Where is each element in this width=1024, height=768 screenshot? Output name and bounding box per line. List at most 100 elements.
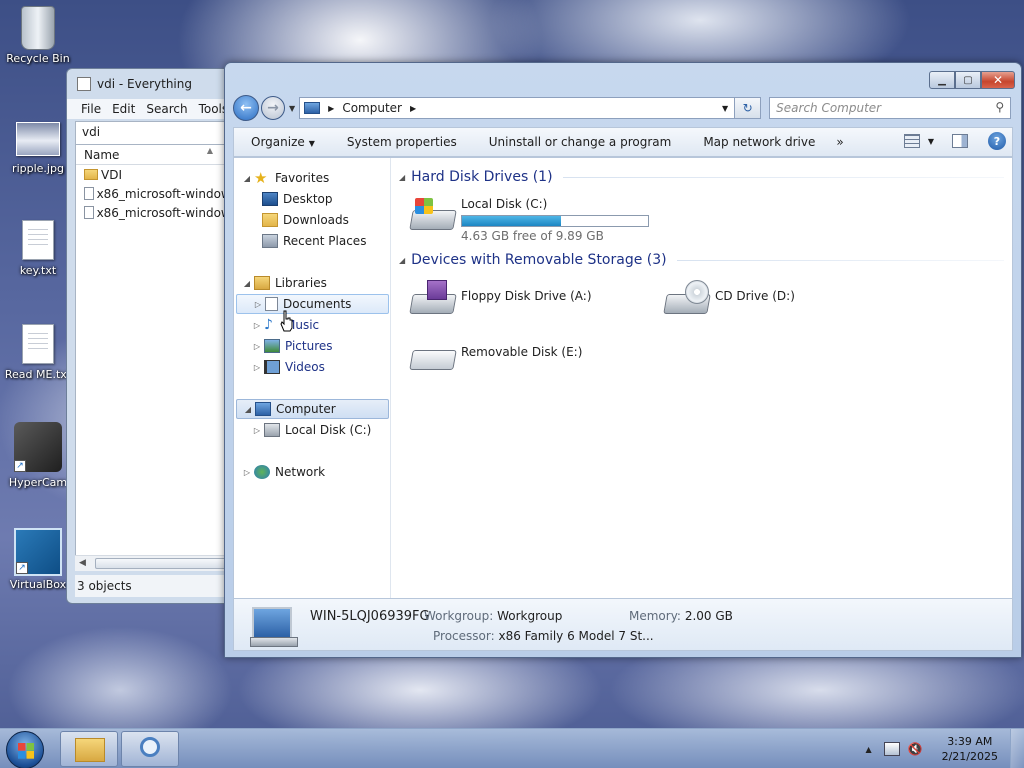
expanded-icon[interactable]: ◢ <box>243 405 253 414</box>
taskbar: ▲ 🔇 3:39 AM 2/21/2025 <box>0 728 1024 768</box>
recycle-bin-icon <box>21 6 55 50</box>
network-tray-icon[interactable] <box>883 742 900 756</box>
disk-usage-bar <box>461 215 649 227</box>
desktop-icon-recycle-bin[interactable]: Recycle Bin <box>4 6 72 65</box>
search-icon: ⚲ <box>995 100 1005 114</box>
taskbar-everything-button[interactable] <box>121 731 179 767</box>
computer-icon <box>255 402 271 416</box>
breadcrumb-separator-icon[interactable]: ▶ <box>410 104 416 113</box>
clock[interactable]: 3:39 AM 2/21/2025 <box>942 734 998 764</box>
view-dropdown-icon[interactable]: ▼ <box>928 137 934 146</box>
desktop-icon-virtualbox[interactable]: ↗ VirtualBox <box>4 528 72 591</box>
list-item[interactable]: VDI <box>76 165 237 184</box>
uninstall-program-button[interactable]: Uninstall or change a program <box>472 135 687 149</box>
preview-pane-icon[interactable] <box>952 134 968 148</box>
nav-desktop[interactable]: Desktop <box>262 189 333 209</box>
address-dropdown-icon[interactable]: ▼ <box>722 104 728 113</box>
recent-pages-dropdown-icon[interactable]: ▼ <box>289 104 295 113</box>
collapsed-icon[interactable]: ▷ <box>252 342 262 351</box>
close-button[interactable]: ✕ <box>981 71 1015 89</box>
processor-label: Processor: <box>433 629 495 643</box>
videos-icon <box>264 360 280 374</box>
maximize-icon: ▢ <box>963 74 973 86</box>
list-item[interactable]: x86_microsoft-windows <box>76 203 237 222</box>
breadcrumb-computer[interactable]: Computer <box>342 101 402 115</box>
nav-network[interactable]: ▷ Network <box>242 462 325 482</box>
scrollbar-thumb[interactable] <box>95 558 237 569</box>
drive-removable-e[interactable]: Removable Disk (E:) <box>409 336 582 376</box>
content-pane[interactable]: ◢ Hard Disk Drives (1) Local Disk (C:) 4… <box>391 158 1012 598</box>
column-header-name[interactable]: Name ▲ <box>76 145 237 165</box>
menu-search[interactable]: Search <box>146 102 187 116</box>
menu-edit[interactable]: Edit <box>112 102 135 116</box>
start-button[interactable] <box>6 731 44 768</box>
everything-window[interactable]: vdi - Everything File Edit Search Tools … <box>66 68 238 604</box>
refresh-button[interactable]: ↻ <box>735 97 762 119</box>
collapsed-icon[interactable]: ▷ <box>252 321 262 330</box>
show-desktop-button[interactable] <box>1010 729 1024 768</box>
nav-recent-places[interactable]: Recent Places <box>262 231 366 251</box>
clock-time: 3:39 AM <box>947 735 993 748</box>
search-input[interactable]: Search Computer ⚲ <box>769 97 1012 119</box>
desktop-icon <box>262 192 278 206</box>
collapsed-icon[interactable]: ▷ <box>252 426 262 435</box>
desktop-icon-hypercam[interactable]: ↗ HyperCam <box>4 422 72 489</box>
maximize-button[interactable]: ▢ <box>955 71 981 89</box>
expanded-icon[interactable]: ◢ <box>242 174 252 183</box>
everything-titlebar[interactable]: vdi - Everything <box>67 69 237 99</box>
list-item-name: VDI <box>101 167 122 182</box>
minimize-button[interactable]: ▁ <box>929 71 955 89</box>
desktop-icon-ripple[interactable]: ripple.jpg <box>4 116 72 175</box>
search-icon <box>140 737 160 757</box>
taskbar-explorer-button[interactable] <box>60 731 118 767</box>
collapsed-icon[interactable]: ▷ <box>252 363 262 372</box>
collapsed-icon[interactable]: ▷ <box>253 300 263 309</box>
nav-favorites[interactable]: ◢ ★ Favorites <box>242 168 329 188</box>
system-properties-button[interactable]: System properties <box>330 135 472 149</box>
nav-downloads[interactable]: Downloads <box>262 210 349 230</box>
desktop-icon-key-txt[interactable]: key.txt <box>4 220 72 277</box>
group-divider <box>676 259 1004 261</box>
more-commands-button[interactable]: » <box>830 135 858 149</box>
nav-local-disk[interactable]: ▷ Local Disk (C:) <box>252 420 371 440</box>
map-network-drive-button[interactable]: Map network drive <box>686 135 830 149</box>
drive-local-disk-c[interactable]: Local Disk (C:) 4.63 GB free of 9.89 GB <box>409 196 649 243</box>
list-item[interactable]: x86_microsoft-windows <box>76 184 237 203</box>
drive-cd-d[interactable]: CD Drive (D:) <box>663 280 795 320</box>
group-header-removable[interactable]: ◢ Devices with Removable Storage (3) <box>399 249 1004 271</box>
organize-label: Organize <box>251 135 305 149</box>
forward-button[interactable]: → <box>261 96 285 120</box>
view-controls: ▼ ? <box>903 132 1006 150</box>
back-button[interactable]: ← <box>233 95 259 121</box>
organize-button[interactable]: Organize ▼ <box>234 135 330 149</box>
nav-documents[interactable]: ▷ Documents <box>236 294 389 314</box>
breadcrumb-separator-icon[interactable]: ▶ <box>328 104 334 113</box>
drive-free-space: 4.63 GB free of 9.89 GB <box>461 229 604 243</box>
explorer-window[interactable]: ▁ ▢ ✕ ← → ▼ ▶ Computer ▶ ▼ ↻ Search Comp… <box>224 62 1022 658</box>
horizontal-scrollbar[interactable]: ◀ <box>75 555 237 571</box>
address-bar[interactable]: ▶ Computer ▶ ▼ <box>299 97 736 119</box>
group-collapse-icon[interactable]: ◢ <box>399 256 405 265</box>
close-icon: ✕ <box>992 73 1004 87</box>
nav-label: Network <box>275 465 326 479</box>
nav-libraries[interactable]: ◢ Libraries <box>242 273 327 293</box>
everything-app-icon <box>77 77 91 91</box>
help-icon[interactable]: ? <box>988 132 1006 150</box>
nav-computer[interactable]: ◢ Computer <box>236 399 389 419</box>
everything-results-list[interactable]: Name ▲ VDI x86_microsoft-windows x86_mic… <box>75 145 237 561</box>
scroll-left-icon[interactable]: ◀ <box>79 558 86 568</box>
change-view-icon[interactable] <box>903 134 920 148</box>
expanded-icon[interactable]: ◢ <box>242 279 252 288</box>
drive-floppy-a[interactable]: Floppy Disk Drive (A:) <box>409 280 592 320</box>
collapsed-icon[interactable]: ▷ <box>242 468 252 477</box>
show-hidden-icons-icon[interactable]: ▲ <box>865 745 871 754</box>
nav-pictures[interactable]: ▷ Pictures <box>252 336 333 356</box>
group-collapse-icon[interactable]: ◢ <box>399 173 405 182</box>
group-header-hard-disks[interactable]: ◢ Hard Disk Drives (1) <box>399 166 1004 188</box>
menu-file[interactable]: File <box>81 102 101 116</box>
desktop-icon-readme[interactable]: Read ME.txt <box>4 324 72 381</box>
navigation-pane[interactable]: ◢ ★ Favorites Desktop Downloads Recent P… <box>234 158 391 598</box>
nav-videos[interactable]: ▷ Videos <box>252 357 325 377</box>
clock-date: 2/21/2025 <box>941 750 998 763</box>
volume-muted-icon[interactable]: 🔇 <box>908 742 924 756</box>
